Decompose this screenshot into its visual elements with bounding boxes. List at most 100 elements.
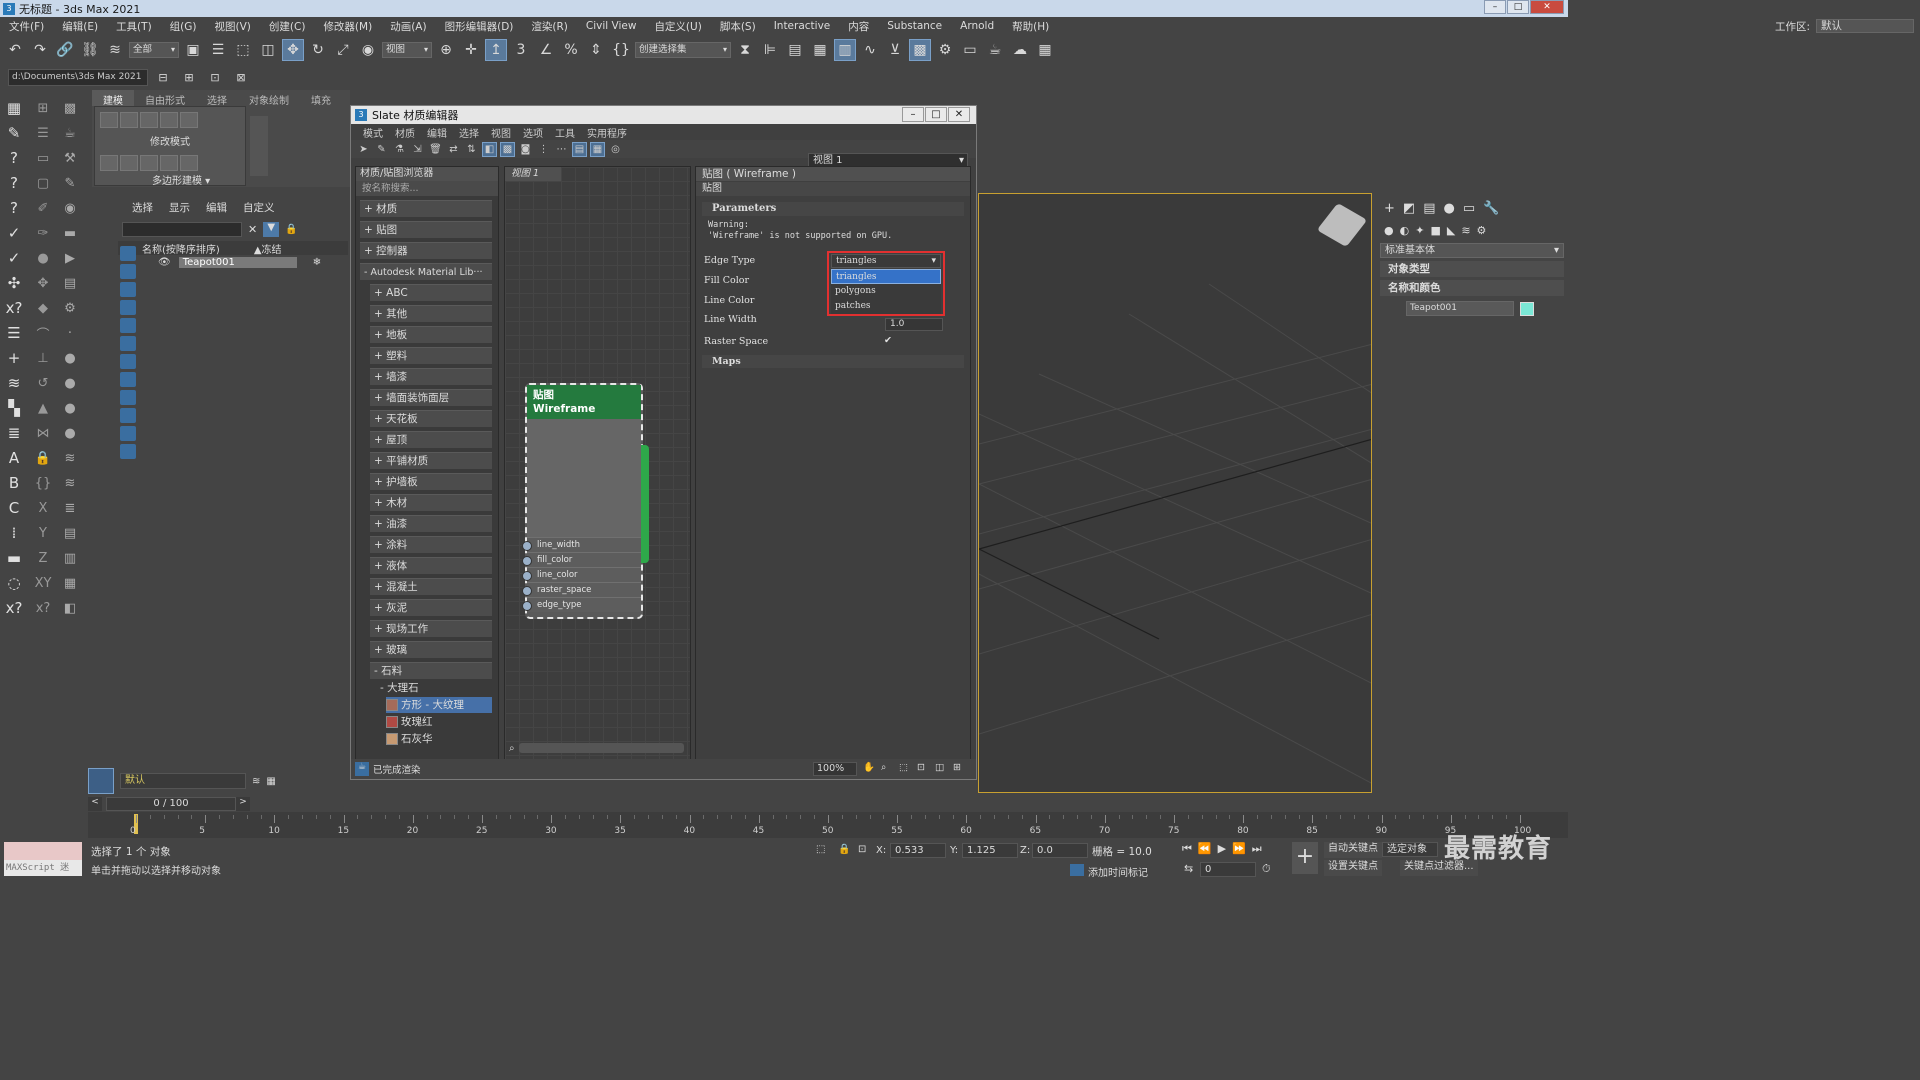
library-item[interactable]: + 护墙板 xyxy=(370,473,492,490)
ribbon-btn-4[interactable] xyxy=(160,155,178,171)
object-type-rollout[interactable]: 对象类型 xyxy=(1380,261,1564,277)
element-mode-button[interactable] xyxy=(180,112,198,128)
cameras-icon[interactable]: ■ xyxy=(1430,224,1440,237)
close-button[interactable]: ✕ xyxy=(1530,0,1564,14)
browser-category-maps[interactable]: + 贴图 xyxy=(360,221,492,238)
axis-icon[interactable]: ⊥ xyxy=(31,346,55,370)
wrench-icon[interactable]: ⚙ xyxy=(58,296,82,320)
object-color-swatch[interactable] xyxy=(1520,301,1534,316)
prev-frame-icon[interactable]: < xyxy=(88,797,102,811)
workspace-dropdown[interactable]: 默认 xyxy=(1816,19,1914,33)
scene-tab-display[interactable]: 显示 xyxy=(169,200,190,216)
slate-menu-utilities[interactable]: 实用程序 xyxy=(581,125,633,140)
scene-object-name[interactable]: Teapot001 xyxy=(178,256,297,268)
library-item-stone[interactable]: - 石料 xyxy=(370,662,492,679)
slate-menu-material[interactable]: 材质 xyxy=(389,125,421,140)
ribbon-btn-5[interactable] xyxy=(180,155,198,171)
edit-named-selection-icon[interactable]: {} xyxy=(610,39,632,61)
lights-icon[interactable]: ✦ xyxy=(1415,224,1424,237)
text-c-icon[interactable]: C xyxy=(2,496,26,520)
layer-grid-icon[interactable]: ▦ xyxy=(266,776,275,787)
delete-icon[interactable]: 🗑 xyxy=(428,142,443,157)
xy2-icon[interactable]: x? xyxy=(2,596,26,620)
track-bar[interactable]: 0 5 10 15 20 25 30 35 40 45 50 55 60 65 70 75 80 85 90 95 10… xyxy=(88,812,1568,838)
time-slider-thumb[interactable]: 0 / 100 xyxy=(106,797,236,811)
sphere-2-icon[interactable]: ◉ xyxy=(58,196,82,220)
snap-toggle-icon[interactable]: 3 xyxy=(510,39,532,61)
polygon-mode-button[interactable] xyxy=(160,112,178,128)
hide-unused-icon[interactable]: ⇅ xyxy=(464,142,479,157)
minimize-button[interactable]: – xyxy=(1484,0,1506,14)
menu-view[interactable]: 视图(V) xyxy=(206,19,260,34)
material-browser-icon[interactable]: ▤ xyxy=(572,141,587,157)
browser-search-input[interactable]: 按名称搜索... xyxy=(356,181,498,196)
xform-icon[interactable]: x? xyxy=(2,296,26,320)
zoom-extents-all-icon[interactable]: ⊞ xyxy=(953,762,961,773)
place-icon[interactable]: ◉ xyxy=(357,39,379,61)
play-icon[interactable]: ▶ xyxy=(1218,842,1226,856)
shelf-icon[interactable]: ▭ xyxy=(31,146,55,170)
maxscript-listener[interactable]: MAXScript 迷 xyxy=(4,842,82,878)
box-icon[interactable]: ▢ xyxy=(31,171,55,195)
menu-create[interactable]: 创建(C) xyxy=(260,19,315,34)
zoom-dropdown[interactable]: 100% xyxy=(813,762,857,776)
doc-2-icon[interactable]: ▥ xyxy=(58,546,82,570)
library-item[interactable]: + 其他 xyxy=(370,305,492,322)
pan-icon[interactable]: ✋ xyxy=(863,762,875,773)
angle-snap-icon[interactable]: ∠ xyxy=(535,39,557,61)
zoom-extents-selected-icon[interactable]: ◫ xyxy=(935,762,944,773)
polygon-modeling-dropdown[interactable]: 多边形建模 ▾ xyxy=(152,172,210,187)
library-item[interactable]: + 混凝土 xyxy=(370,578,492,595)
move-2-icon[interactable]: ✥ xyxy=(31,271,55,295)
hammer-icon[interactable]: ⚒ xyxy=(58,146,82,170)
lock-2-icon[interactable]: 🔒 xyxy=(285,224,297,235)
link-icon[interactable]: 🔗 xyxy=(54,39,76,61)
time-config-icon[interactable]: ⏱ xyxy=(1262,862,1271,876)
create-panel-icon[interactable]: + xyxy=(1384,201,1395,216)
scene-tab-customize[interactable]: 自定义 xyxy=(243,200,275,216)
create-icon[interactable]: ▦ xyxy=(2,96,26,120)
filter-particles-icon[interactable] xyxy=(120,408,136,423)
reference-coordinate-dropdown[interactable]: 视图 xyxy=(382,42,432,58)
primitive-category-dropdown[interactable]: 标准基本体 xyxy=(1380,243,1564,258)
library-item[interactable]: + 现场工作 xyxy=(370,620,492,637)
project-new-icon[interactable]: ⊞ xyxy=(178,66,200,88)
slate-menu-select[interactable]: 选择 xyxy=(453,125,485,140)
layer-stack-icon[interactable]: ≋ xyxy=(252,776,260,787)
library-item[interactable]: + 涂料 xyxy=(370,536,492,553)
project-path-dropdown[interactable]: d:\Documents\3ds Max 2021 xyxy=(8,68,148,86)
axis-constraint-icon[interactable]: ✛ xyxy=(460,39,482,61)
scale-2-icon[interactable]: ✣ xyxy=(2,271,26,295)
stack-2-icon[interactable]: ≋ xyxy=(58,446,82,470)
ribbon-tab-object-paint[interactable]: 对象绘制 xyxy=(238,90,300,107)
column-name-header[interactable]: 名称(按降序排序) xyxy=(142,241,220,256)
unlink-icon[interactable]: ⛓ xyxy=(79,39,101,61)
snap-2-icon[interactable]: ? xyxy=(2,171,26,195)
zoom-icon[interactable]: ⌕ xyxy=(881,762,886,773)
name-color-rollout[interactable]: 名称和颜色 xyxy=(1380,280,1564,296)
rotate-icon[interactable]: ↻ xyxy=(307,39,329,61)
library-item[interactable]: + 墙漆 xyxy=(370,368,492,385)
node-output-socket[interactable] xyxy=(641,445,649,563)
menu-help[interactable]: 帮助(H) xyxy=(1003,19,1058,34)
dot-4-icon[interactable]: ● xyxy=(58,396,82,420)
modify-panel-icon[interactable]: ◩ xyxy=(1403,201,1415,216)
schematic-view-icon[interactable]: ⊻ xyxy=(884,39,906,61)
clear-search-icon[interactable]: ✕ xyxy=(248,223,257,236)
select-by-name-icon[interactable]: ☰ xyxy=(207,39,229,61)
layer-explorer-toggle-icon[interactable] xyxy=(88,768,114,794)
key-filter-selection[interactable]: 选定对象 xyxy=(1382,842,1438,857)
ribbon-tab-freeform[interactable]: 自由形式 xyxy=(134,90,196,107)
render-view-icon[interactable]: ▩ xyxy=(58,96,82,120)
edge-type-option-triangles[interactable]: triangles xyxy=(831,269,941,284)
library-item[interactable]: + 平铺材质 xyxy=(370,452,492,469)
display-panel-icon[interactable]: ▭ xyxy=(1463,201,1475,216)
node-port-line-width[interactable]: line_width xyxy=(522,537,641,552)
menu-modifiers[interactable]: 修改器(M) xyxy=(314,19,381,34)
node-port-edge-type[interactable]: edge_type xyxy=(522,597,641,612)
filter-bones-icon[interactable] xyxy=(120,390,136,405)
menu-tools[interactable]: 工具(T) xyxy=(107,19,161,34)
next-frame-icon[interactable]: > xyxy=(236,797,250,811)
filter-cameras-icon[interactable] xyxy=(120,300,136,315)
keyboard-shortcut-icon[interactable]: ↥ xyxy=(485,39,507,61)
